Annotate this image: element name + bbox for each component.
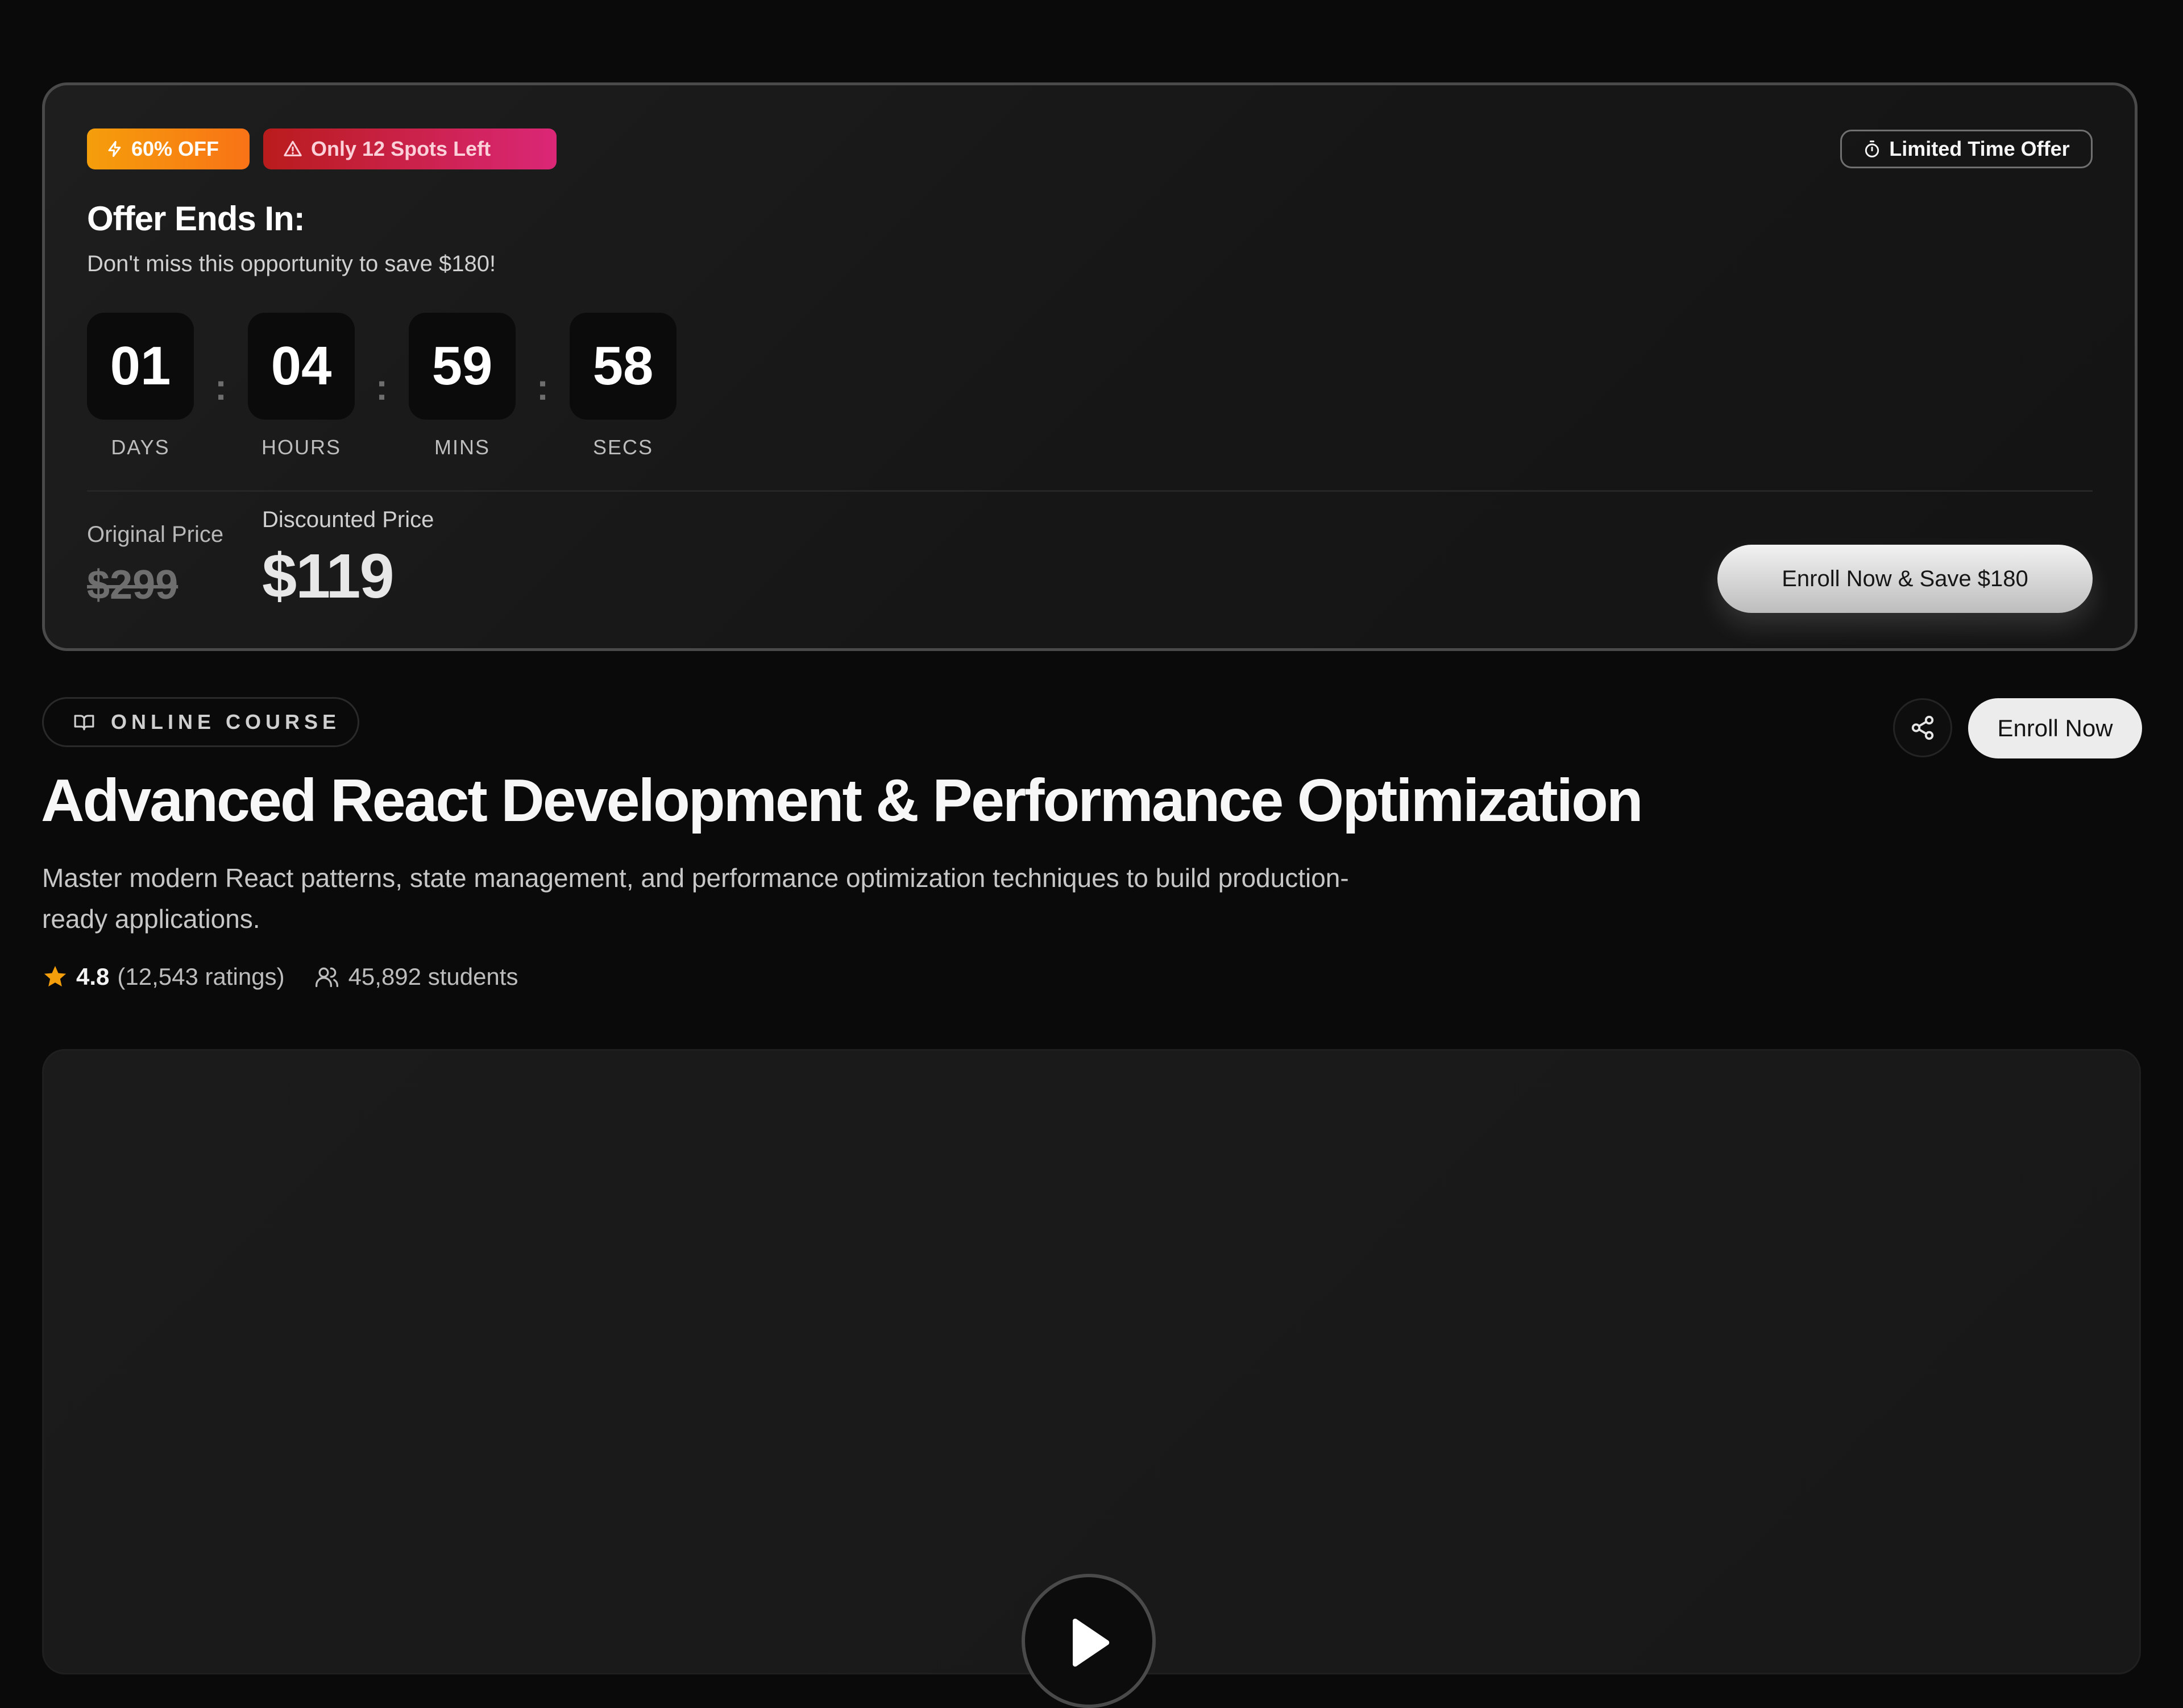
zap-icon [106,139,123,159]
course-video-preview[interactable] [42,1049,2141,1708]
course-category-badge: ONLINE COURSE [42,697,359,747]
spots-left-label: Only 12 Spots Left [311,137,491,160]
countdown-label: DAYS [111,436,170,459]
countdown-label: HOURS [261,436,341,459]
countdown-label: SECS [592,436,654,459]
course-meta: 4.8 (12,543 ratings) 45,892 students [42,961,518,993]
students-count-group: 45,892 students [313,963,518,990]
offer-card: 60% OFF Only 12 Spots Left Limited Time … [42,82,2138,651]
course-title: Advanced React Development & Performance… [41,767,1644,834]
star-icon [42,964,68,990]
countdown-separator: : [375,367,388,408]
original-price: $299 [87,562,179,608]
countdown-value: 58 [570,313,677,420]
play-button[interactable] [1022,1574,1156,1708]
countdown-secs: 58 SECS [570,313,677,459]
share-icon [1910,715,1936,741]
course-category-label: ONLINE COURSE [111,710,341,733]
countdown-value: 59 [409,313,516,420]
play-icon [1066,1617,1111,1668]
limited-time-badge: Limited Time Offer [1840,130,2093,168]
book-open-icon [72,711,96,733]
discount-badge-label: 60% OFF [131,137,219,160]
limited-time-label: Limited Time Offer [1889,137,2070,160]
offer-divider [87,490,2093,492]
users-icon [313,964,341,989]
countdown-label: MINS [434,436,490,459]
discounted-price-label: Discounted Price [262,507,434,532]
enroll-now-button[interactable]: Enroll Now [1968,698,2142,758]
discount-badge: 60% OFF [87,128,250,169]
share-button[interactable] [1893,698,1952,757]
original-price-label: Original Price [87,522,224,547]
rating-value: 4.8 [76,963,110,990]
rating-count: (12,543 ratings) [117,963,285,990]
countdown-value: 04 [248,313,355,420]
timer-icon [1863,139,1881,159]
offer-title: Offer Ends In: [87,200,305,238]
countdown-value: 01 [87,313,194,420]
spots-left-badge: Only 12 Spots Left [263,128,557,169]
discounted-price: $119 [262,541,395,611]
alert-triangle-icon [283,139,303,159]
enroll-save-button[interactable]: Enroll Now & Save $180 [1717,545,2093,613]
countdown-mins: 59 MINS [409,313,516,459]
countdown-hours: 04 HOURS [248,313,355,459]
course-description: Master modern React patterns, state mana… [42,863,1349,934]
countdown-separator: : [214,367,227,408]
countdown-timer: 01 DAYS : 04 HOURS : 59 MINS : 58 SECS [87,313,677,459]
offer-subtitle: Don't miss this opportunity to save $180… [87,251,496,276]
countdown-separator: : [536,367,549,408]
students-count: 45,892 students [348,963,518,990]
countdown-days: 01 DAYS [87,313,194,459]
